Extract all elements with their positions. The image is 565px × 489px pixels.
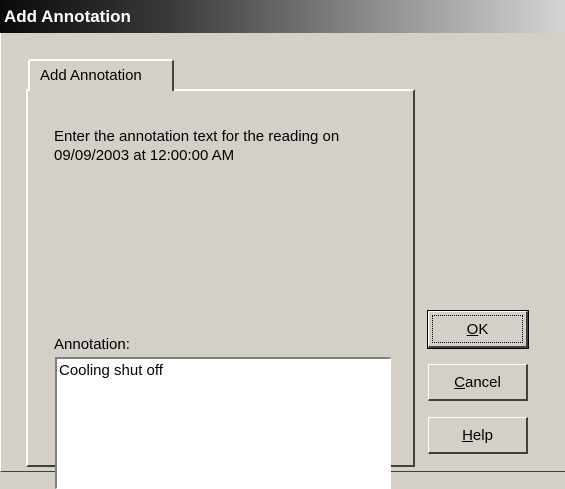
cancel-button[interactable]: Cancel (428, 364, 528, 401)
annotation-label: Annotation: (54, 336, 130, 353)
help-label: Help (462, 426, 493, 444)
instructions-text: Enter the annotation text for the readin… (54, 128, 340, 164)
dialog-body: Add Annotation Enter the annotation text… (0, 33, 565, 489)
help-button[interactable]: Help (428, 417, 528, 454)
annotation-value: Cooling shut off (59, 362, 163, 379)
window-title: Add Annotation (4, 7, 131, 26)
ok-button[interactable]: OK (427, 310, 529, 349)
title-bar[interactable]: Add Annotation (0, 0, 565, 33)
tab-label: Add Annotation (40, 67, 142, 84)
focus-rect (432, 315, 523, 343)
annotation-input[interactable]: Cooling shut off (55, 357, 391, 489)
cancel-label: Cancel (454, 373, 501, 391)
tab-panel: Enter the annotation text for the readin… (26, 89, 415, 489)
tab-add-annotation[interactable]: Add Annotation (28, 59, 174, 91)
